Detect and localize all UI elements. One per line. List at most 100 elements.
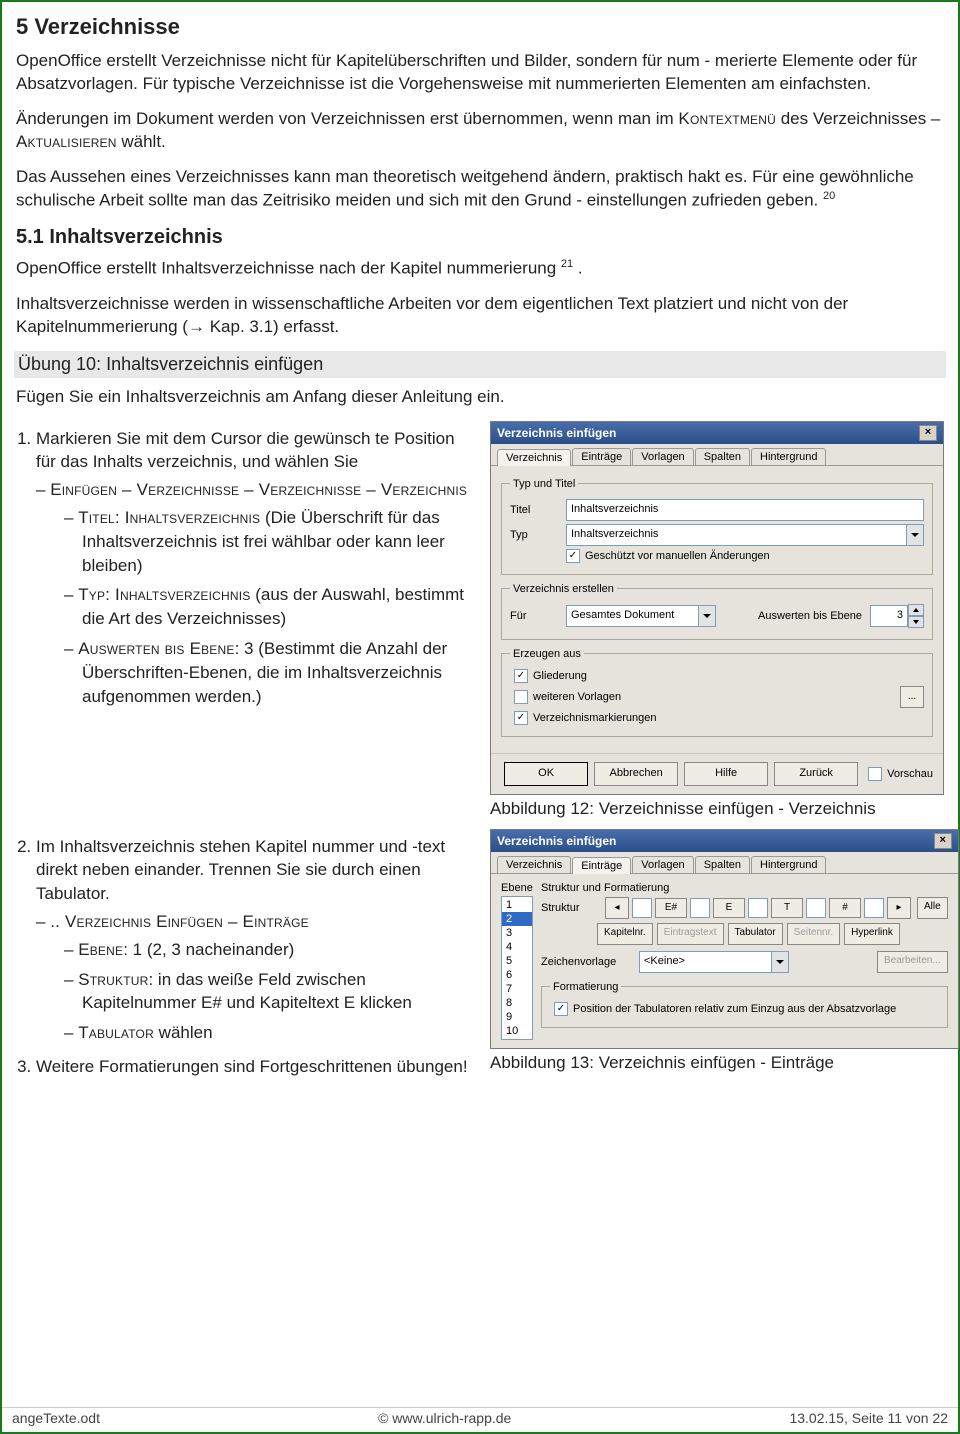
checkbox-label: weiteren Vorlagen	[533, 691, 621, 703]
list-item[interactable]: 5	[502, 954, 532, 968]
struct-token-page[interactable]: #	[829, 898, 861, 918]
list-item[interactable]: 1	[502, 898, 532, 912]
help-button[interactable]: Hilfe	[684, 762, 768, 786]
footnote-ref: 21	[561, 258, 573, 270]
label-fuer: Für	[510, 610, 558, 622]
label-struct-format: Struktur und Formatierung	[541, 882, 948, 894]
tab-spalten[interactable]: Spalten	[695, 856, 750, 873]
struct-nav-right-icon[interactable]: ▸	[887, 897, 911, 919]
tabulator-button[interactable]: Tabulator	[728, 923, 783, 945]
paragraph: OpenOffice erstellt Inhaltsverzeichnisse…	[16, 257, 944, 281]
list-item[interactable]: 3	[502, 926, 532, 940]
subsubstep: Tabulator wählen	[82, 1021, 476, 1045]
text: Im Inhaltsverzeichnis stehen Kapitel num…	[36, 837, 445, 904]
text: des Verzeichnisses –	[781, 109, 941, 128]
dialog-insert-index-entries: Verzeichnis einfügen × Verzeichnis Eintr…	[490, 829, 959, 1049]
list-item[interactable]: 6	[502, 968, 532, 982]
tab-spalten[interactable]: Spalten	[695, 448, 750, 465]
struct-gap[interactable]	[806, 898, 826, 918]
list-item[interactable]: 7	[502, 982, 532, 996]
field-label: Titel: Inhaltsverzeichnis	[78, 508, 260, 527]
step-3: Weitere Formatierungen sind Fortgeschrit…	[36, 1055, 476, 1079]
field-label: Ebene	[78, 940, 123, 959]
tab-hintergrund[interactable]: Hintergrund	[751, 856, 826, 873]
tab-verzeichnis[interactable]: Verzeichnis	[497, 856, 571, 873]
group-legend: Verzeichnis erstellen	[510, 583, 617, 595]
group-legend: Typ und Titel	[510, 478, 578, 490]
menu-path: Einfügen – Verzeichnisse – Verzeichnisse…	[50, 480, 467, 499]
input-titel[interactable]: Inhaltsverzeichnis	[566, 499, 924, 521]
subsubstep: Ebene: 1 (2, 3 nacheinander)	[82, 938, 476, 962]
checkbox-marks[interactable]: ✓ Verzeichnismarkierungen	[514, 711, 924, 725]
paragraph: Fügen Sie ein Inhaltsverzeichnis am Anfa…	[16, 386, 944, 409]
combo-typ[interactable]: Inhaltsverzeichnis	[566, 524, 924, 546]
text: wählen	[154, 1023, 213, 1042]
spinner-value[interactable]: 3	[870, 605, 908, 627]
checkbox-protected[interactable]: ✓ Geschützt vor manuellen Änderungen	[566, 549, 924, 563]
page-footer: angeTexte.odt © www.ulrich-rapp.de 13.02…	[2, 1407, 958, 1428]
checkbox-outline[interactable]: ✓ Gliederung	[514, 669, 924, 683]
combo-fuer[interactable]: Gesamtes Dokument	[566, 605, 716, 627]
chevron-down-icon[interactable]	[698, 605, 716, 627]
text: wählt.	[121, 132, 165, 151]
paragraph: OpenOffice erstellt Verzeichnisse nicht …	[16, 50, 944, 96]
tab-verzeichnis[interactable]: Verzeichnis	[497, 449, 571, 466]
hyperlink-button[interactable]: Hyperlink	[844, 923, 900, 945]
templates-browse-button[interactable]: ...	[900, 686, 924, 708]
struct-gap[interactable]	[632, 898, 652, 918]
paragraph: Inhaltsverzeichnisse werden in wissensch…	[16, 293, 944, 339]
tab-eintraege[interactable]: Einträge	[572, 448, 631, 465]
combo-fuer-value: Gesamtes Dokument	[566, 605, 698, 627]
close-icon[interactable]: ×	[934, 833, 952, 849]
pagenumber-button[interactable]: Seitennr.	[787, 923, 840, 945]
back-button[interactable]: Zurück	[774, 762, 858, 786]
list-item[interactable]: 4	[502, 940, 532, 954]
checkbox-tabpos[interactable]: ✓ Position der Tabulatoren relativ zum E…	[554, 1002, 939, 1016]
step-1: Markieren Sie mit dem Cursor die gewünsc…	[36, 427, 476, 709]
group-formatting: Formatierung ✓ Position der Tabulatoren …	[541, 981, 948, 1028]
chapter-button[interactable]: Kapitelnr.	[597, 923, 653, 945]
tab-eintraege[interactable]: Einträge	[572, 857, 631, 874]
check-icon: ✓	[514, 669, 528, 683]
tab-hintergrund[interactable]: Hintergrund	[751, 448, 826, 465]
struct-gap[interactable]	[864, 898, 884, 918]
chevron-down-icon[interactable]	[906, 524, 924, 546]
dialog-title-text: Verzeichnis einfügen	[497, 834, 616, 848]
struct-token-entry[interactable]: E	[713, 898, 745, 918]
struct-token-tab[interactable]: T	[771, 898, 803, 918]
struct-nav-left-icon[interactable]: ◂	[605, 897, 629, 919]
struct-gap[interactable]	[748, 898, 768, 918]
dialog-tabs: Verzeichnis Einträge Vorlagen Spalten Hi…	[491, 852, 958, 874]
text: Änderungen im Dokument werden von Verzei…	[16, 109, 678, 128]
label-charstyle: Zeichenvorlage	[541, 956, 631, 968]
tab-vorlagen[interactable]: Vorlagen	[632, 448, 693, 465]
checkbox-preview[interactable]: Vorschau	[868, 767, 933, 781]
entrytext-button[interactable]: Eintragstext	[657, 923, 724, 945]
heading-5-1: 5.1 Inhaltsverzeichnis	[16, 226, 944, 249]
all-button[interactable]: Alle	[917, 897, 948, 919]
list-item[interactable]: 8	[502, 996, 532, 1010]
chevron-down-icon[interactable]	[771, 951, 789, 973]
field-label: Tabulator	[78, 1023, 154, 1042]
list-item[interactable]: 9	[502, 1010, 532, 1024]
close-icon[interactable]: ×	[919, 425, 937, 441]
struct-token-chapter[interactable]: E#	[655, 898, 687, 918]
footer-copyright: © www.ulrich-rapp.de	[378, 1410, 511, 1426]
group-create-from: Erzeugen aus ✓ Gliederung weiteren Vorla…	[501, 648, 933, 737]
ok-button[interactable]: OK	[504, 762, 588, 786]
spinner-level[interactable]: 3	[870, 604, 924, 628]
list-item[interactable]: 10	[502, 1024, 532, 1038]
text: OpenOffice erstellt Inhaltsverzeichnisse…	[16, 259, 556, 278]
checkbox-templates[interactable]: weiteren Vorlagen ...	[514, 686, 924, 708]
edit-button[interactable]: Bearbeiten...	[877, 951, 948, 973]
checkbox-label: Geschützt vor manuellen Änderungen	[585, 550, 770, 562]
cancel-button[interactable]: Abbrechen	[594, 762, 678, 786]
level-listbox[interactable]: 1 2 3 4 5 6 7 8 9 10	[501, 896, 533, 1040]
list-item[interactable]: 2	[502, 912, 532, 926]
struct-gap[interactable]	[690, 898, 710, 918]
chevron-up-icon[interactable]	[908, 604, 924, 616]
chevron-down-icon[interactable]	[908, 616, 924, 628]
combo-charstyle[interactable]: <Keine>	[639, 951, 789, 973]
tab-vorlagen[interactable]: Vorlagen	[632, 856, 693, 873]
footnote-ref: 20	[823, 190, 835, 202]
